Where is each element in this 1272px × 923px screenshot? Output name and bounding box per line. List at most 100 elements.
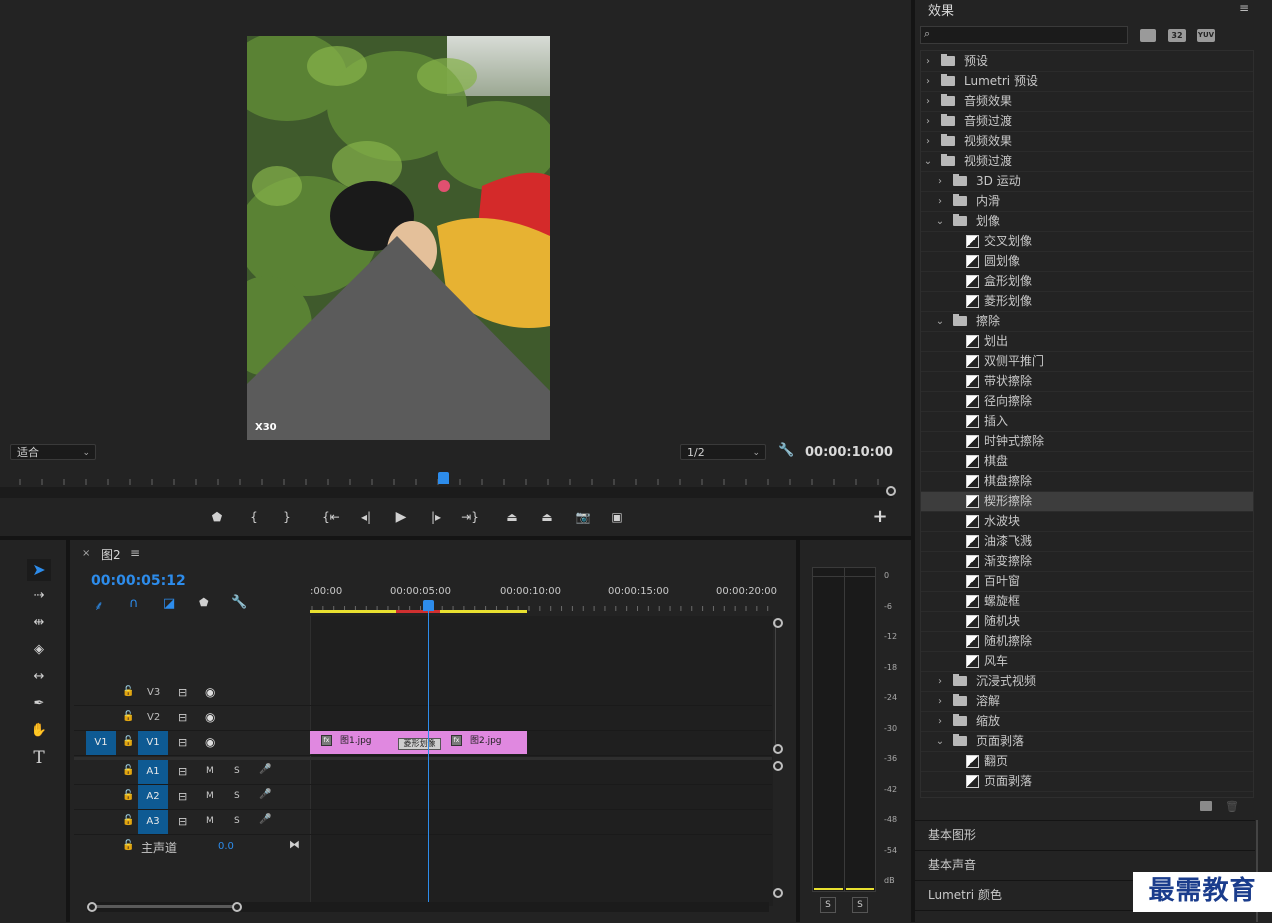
step-forward-button[interactable]: |▸ xyxy=(425,508,447,526)
lock-icon[interactable]: 🔓 xyxy=(122,736,134,747)
chevron-right-icon[interactable]: › xyxy=(923,72,933,91)
wrench-icon[interactable]: 🔧 xyxy=(778,443,794,461)
chevron-right-icon[interactable]: › xyxy=(935,692,945,711)
add-marker-icon[interactable]: ⬟ xyxy=(199,596,209,609)
accelerated-effects-icon[interactable] xyxy=(1140,29,1156,42)
effect-item-row[interactable]: 随机擦除 xyxy=(921,632,1253,652)
effects-panel-title[interactable]: 效果 xyxy=(928,0,954,19)
button-editor-plus-icon[interactable]: + xyxy=(870,507,890,527)
slip-tool-icon[interactable]: ↔ xyxy=(27,666,51,688)
lift-button[interactable]: ⏏ xyxy=(501,508,523,526)
sync-lock-icon[interactable]: ⊟ xyxy=(178,765,187,778)
chevron-right-icon[interactable]: › xyxy=(935,192,945,211)
master-bowtie-icon[interactable]: ⧓ xyxy=(289,838,300,851)
video-vertical-scrollbar[interactable] xyxy=(775,622,784,750)
chevron-down-icon[interactable]: ⌄ xyxy=(923,152,933,171)
snap-magnet-icon[interactable]: ∩ xyxy=(129,596,139,611)
solo-left-button[interactable]: S xyxy=(820,897,836,913)
eye-icon[interactable]: ◉ xyxy=(205,710,215,724)
sync-lock-icon[interactable]: ⊟ xyxy=(178,686,187,699)
scrollbar-thumb[interactable] xyxy=(92,905,238,908)
effects-folder-row[interactable]: › 预设 xyxy=(921,52,1253,72)
scrollbar-handle[interactable] xyxy=(773,888,783,898)
effects-folder-row[interactable]: ⌄ 页面剥落 xyxy=(921,732,1253,752)
chevron-right-icon[interactable]: › xyxy=(923,132,933,151)
effect-item-row[interactable]: 油漆飞溅 xyxy=(921,532,1253,552)
lock-icon[interactable]: 🔓 xyxy=(122,790,134,801)
timeline-playhead-line[interactable] xyxy=(428,600,429,902)
effect-item-row[interactable]: 随机块 xyxy=(921,612,1253,632)
effects-folder-row[interactable]: ⌄ 视频过渡 xyxy=(921,152,1253,172)
chevron-right-icon[interactable]: › xyxy=(923,112,933,131)
effect-item-row[interactable]: 插入 xyxy=(921,412,1253,432)
chevron-right-icon[interactable]: › xyxy=(923,52,933,71)
hand-icon[interactable]: ✋ xyxy=(27,720,51,742)
export-frame-button[interactable]: 📷 xyxy=(572,508,594,526)
effect-item-row[interactable]: 划出 xyxy=(921,332,1253,352)
chevron-down-icon[interactable]: ⌄ xyxy=(935,312,945,331)
effect-item-row[interactable]: 圆划像 xyxy=(921,252,1253,272)
linked-selection-icon[interactable]: ◪ xyxy=(163,596,175,611)
go-to-in-button[interactable]: {⇤ xyxy=(320,508,342,526)
eye-icon[interactable]: ◉ xyxy=(205,685,215,699)
solo-button[interactable]: S xyxy=(234,791,240,801)
timeline-playhead-handle[interactable] xyxy=(423,600,434,611)
32-bit-badge-icon[interactable]: 32 xyxy=(1168,29,1186,42)
scrollbar-handle[interactable] xyxy=(773,618,783,628)
program-monitor-frame[interactable]: X30 xyxy=(247,36,550,440)
chevron-right-icon[interactable]: › xyxy=(923,92,933,111)
playback-resolution-dropdown[interactable]: 1/2 ⌄ xyxy=(680,444,766,460)
effect-item-row[interactable]: 棋盘擦除 xyxy=(921,472,1253,492)
track-select-forward-icon[interactable]: ⇢ xyxy=(27,585,51,607)
section-essential-graphics[interactable]: 基本图形 xyxy=(915,820,1255,849)
chevron-down-icon[interactable]: ⌄ xyxy=(935,212,945,231)
clip-image-2[interactable]: fx 图2.jpg xyxy=(441,731,527,754)
effects-search-input[interactable]: ⌕ xyxy=(920,26,1128,44)
effects-folder-row[interactable]: › 视频效果 xyxy=(921,132,1253,152)
yuv-badge-icon[interactable]: YUV xyxy=(1197,29,1215,42)
lock-icon[interactable]: 🔓 xyxy=(122,840,134,851)
effects-folder-row[interactable]: › 音频过渡 xyxy=(921,112,1253,132)
monitor-playhead[interactable] xyxy=(438,472,449,484)
effects-folder-row[interactable]: ⌄ 擦除 xyxy=(921,312,1253,332)
sync-lock-icon[interactable]: ⊟ xyxy=(178,711,187,724)
chevron-right-icon[interactable]: › xyxy=(935,672,945,691)
effects-folder-row[interactable]: › 音频效果 xyxy=(921,92,1253,112)
extract-button[interactable]: ⏏ xyxy=(536,508,558,526)
effect-item-row[interactable]: 螺旋框 xyxy=(921,592,1253,612)
transition-diamond-iris[interactable]: 菱形划像 xyxy=(398,738,441,750)
solo-button[interactable]: S xyxy=(234,766,240,776)
effects-folder-row[interactable]: ⌄ 划像 xyxy=(921,212,1253,232)
monitor-zoom-scrollbar[interactable] xyxy=(0,487,893,498)
scrollbar-handle[interactable] xyxy=(87,902,97,912)
effect-item-row[interactable]: 水波块 xyxy=(921,512,1253,532)
mute-button[interactable]: M xyxy=(206,766,214,776)
comparison-view-button[interactable]: ▣ xyxy=(606,508,628,526)
effect-item-row[interactable]: 百叶窗 xyxy=(921,572,1253,592)
sync-lock-icon[interactable]: ⊟ xyxy=(178,815,187,828)
effect-item-row[interactable]: 双侧平推门 xyxy=(921,352,1253,372)
lock-icon[interactable]: 🔓 xyxy=(122,765,134,776)
eye-icon[interactable]: ◉ xyxy=(205,735,215,749)
current-timecode[interactable]: 00:00:05:12 xyxy=(91,573,186,589)
monitor-time-ruler[interactable] xyxy=(0,472,911,486)
pen-icon[interactable]: ✒ xyxy=(27,693,51,715)
lock-icon[interactable]: 🔓 xyxy=(122,686,134,697)
track-target-v1[interactable]: V1 xyxy=(138,731,168,755)
scrollbar-handle[interactable] xyxy=(232,902,242,912)
go-to-out-button[interactable]: ⇥} xyxy=(459,508,481,526)
trash-icon[interactable]: 🗑 xyxy=(1225,800,1239,813)
effect-item-row[interactable]: 翻页 xyxy=(921,752,1253,772)
effect-item-row[interactable]: 渐变擦除 xyxy=(921,552,1253,572)
lock-icon[interactable]: 🔓 xyxy=(122,711,134,722)
effect-item-row[interactable]: 盒形划像 xyxy=(921,272,1253,292)
sequence-tab-title[interactable]: 图2 xyxy=(101,546,121,563)
chevron-right-icon[interactable]: › xyxy=(935,712,945,731)
microphone-icon[interactable]: 🎤 xyxy=(259,764,271,775)
microphone-icon[interactable]: 🎤 xyxy=(259,814,271,825)
nest-sequence-icon[interactable]: ⸙ xyxy=(94,596,104,614)
effect-item-row[interactable]: 风车 xyxy=(921,652,1253,672)
razor-icon[interactable]: ◈ xyxy=(27,639,51,661)
panel-menu-icon[interactable]: ≡ xyxy=(130,546,140,560)
solo-right-button[interactable]: S xyxy=(852,897,868,913)
